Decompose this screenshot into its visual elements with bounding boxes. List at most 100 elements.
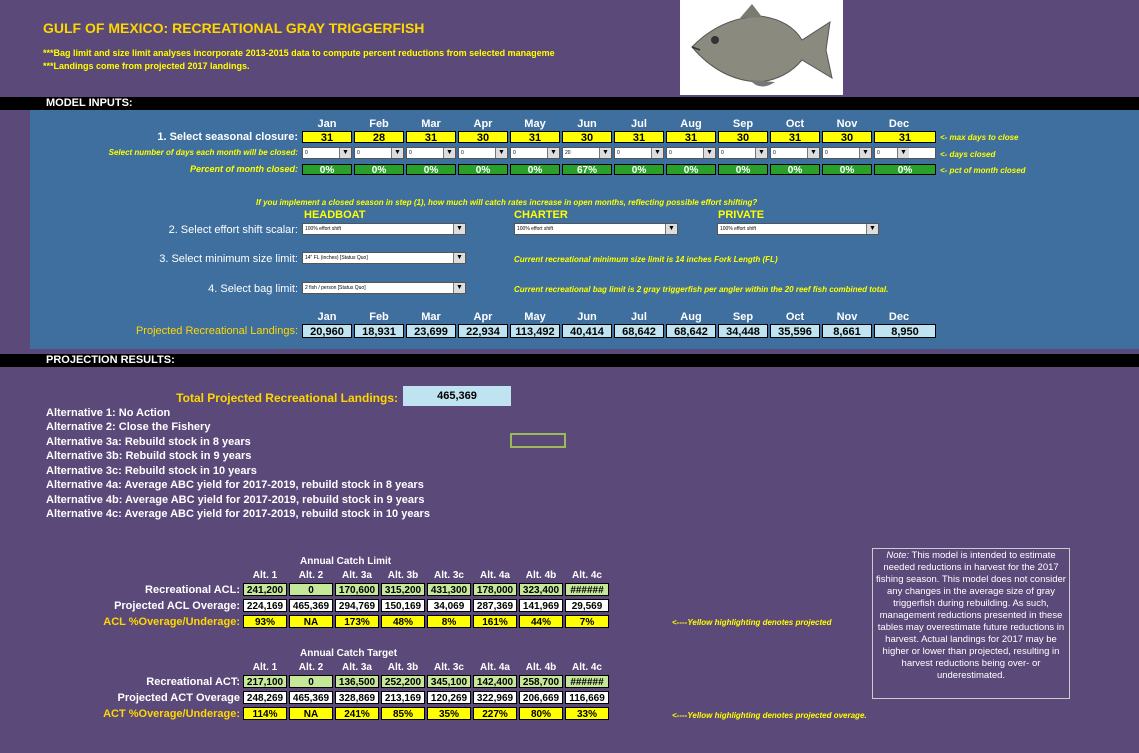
note-bag-size: ***Bag limit and size limit analyses inc… bbox=[43, 48, 555, 58]
act-cell: 345,100 bbox=[427, 675, 471, 688]
acl-pct-cell: 48% bbox=[381, 615, 425, 628]
alt-header: Alt. 3c bbox=[433, 570, 464, 581]
max-days-cell: 31 bbox=[302, 131, 352, 144]
acl-cell: 178,000 bbox=[473, 583, 517, 596]
acl-overage-cell: 224,169 bbox=[243, 599, 287, 612]
days-closed-select-feb[interactable]: 0 ▼ bbox=[354, 147, 404, 159]
alt-header: Alt. 1 bbox=[252, 570, 278, 581]
days-closed-select-apr[interactable]: 0 ▼ bbox=[458, 147, 508, 159]
month-nov: Nov bbox=[836, 118, 858, 130]
days-closed-select-aug[interactable]: 0 ▼ bbox=[666, 147, 716, 159]
act-pct-cell: 114% bbox=[243, 707, 287, 720]
act-pct-cell: 33% bbox=[565, 707, 609, 720]
act-cell: 136,500 bbox=[335, 675, 379, 688]
landings-cell: 23,699 bbox=[406, 324, 456, 338]
pct-closed-label: Percent of month closed: bbox=[189, 164, 298, 174]
month-jul: Jul bbox=[631, 311, 647, 323]
days-closed-select-may[interactable]: 0 ▼ bbox=[510, 147, 560, 159]
chevron-down-icon[interactable]: ▼ bbox=[339, 148, 351, 158]
chevron-down-icon[interactable]: ▼ bbox=[453, 253, 465, 263]
acl-cell: 241,200 bbox=[243, 583, 287, 596]
total-landings-label: Total Projected Recreational Landings: bbox=[176, 391, 398, 405]
landings-cell: 8,661 bbox=[822, 324, 872, 338]
days-closed-select-jan[interactable]: 0 ▼ bbox=[302, 147, 352, 159]
effort-question: If you implement a closed season in step… bbox=[256, 198, 758, 207]
acl-cell: ###### bbox=[565, 583, 609, 596]
chevron-down-icon[interactable]: ▼ bbox=[453, 283, 465, 293]
acl-cell: 323,400 bbox=[519, 583, 563, 596]
landings-cell: 34,448 bbox=[718, 324, 768, 338]
selected-cell[interactable] bbox=[510, 433, 566, 448]
landings-cell: 20,960 bbox=[302, 324, 352, 338]
acl-overage-cell: 287,369 bbox=[473, 599, 517, 612]
pct-closed-cell: 67% bbox=[562, 164, 612, 176]
landings-cell: 68,642 bbox=[666, 324, 716, 338]
effort-shift-label: 2. Select effort shift scalar: bbox=[168, 224, 298, 236]
chevron-down-icon[interactable]: ▼ bbox=[755, 148, 767, 158]
alternative-item: Alternative 3a: Rebuild stock in 8 years bbox=[46, 436, 251, 448]
month-may: May bbox=[524, 311, 546, 323]
chevron-down-icon[interactable]: ▼ bbox=[599, 148, 611, 158]
month-sep: Sep bbox=[732, 311, 754, 323]
headboat-effort-select[interactable]: 100% effort shift ▼ bbox=[302, 223, 466, 235]
pct-closed-cell: 0% bbox=[302, 164, 352, 176]
chevron-down-icon[interactable]: ▼ bbox=[391, 148, 403, 158]
charter-effort-select[interactable]: 100% effort shift ▼ bbox=[514, 223, 678, 235]
days-closed-select-jul[interactable]: 0 ▼ bbox=[614, 147, 664, 159]
days-closed-select-nov[interactable]: 0 ▼ bbox=[822, 147, 872, 159]
act-cell: 252,200 bbox=[381, 675, 425, 688]
size-limit-note: Current recreational minimum size limit … bbox=[514, 255, 778, 264]
pct-closed-cell: 0% bbox=[458, 164, 508, 176]
chevron-down-icon[interactable]: ▼ bbox=[897, 148, 909, 158]
pct-closed-note: <- pct of month closed bbox=[940, 166, 1026, 175]
charter-header: CHARTER bbox=[514, 209, 568, 221]
chevron-down-icon[interactable]: ▼ bbox=[651, 148, 663, 158]
act-cell: 0 bbox=[289, 675, 333, 688]
chevron-down-icon[interactable]: ▼ bbox=[665, 224, 677, 234]
pct-closed-cell: 0% bbox=[718, 164, 768, 176]
chevron-down-icon[interactable]: ▼ bbox=[495, 148, 507, 158]
act-pct-cell: 35% bbox=[427, 707, 471, 720]
alt-header: Alt. 4b bbox=[525, 570, 557, 581]
month-aug: Aug bbox=[680, 118, 702, 130]
month-mar: Mar bbox=[421, 311, 441, 323]
alternative-item: Alternative 1: No Action bbox=[46, 407, 171, 419]
max-days-cell: 30 bbox=[562, 131, 612, 144]
month-dec: Dec bbox=[888, 311, 910, 323]
chevron-down-icon[interactable]: ▼ bbox=[807, 148, 819, 158]
days-closed-select-oct[interactable]: 0 ▼ bbox=[770, 147, 820, 159]
chevron-down-icon[interactable]: ▼ bbox=[547, 148, 559, 158]
month-jan: Jan bbox=[317, 311, 337, 323]
alternative-item: Alternative 3c: Rebuild stock in 10 year… bbox=[46, 465, 257, 477]
act-cell: 258,700 bbox=[519, 675, 563, 688]
month-jan: Jan bbox=[317, 118, 337, 130]
size-limit-select[interactable]: 14" FL (inches) [Status Quo] ▼ bbox=[302, 252, 466, 264]
act-pct-cell: 85% bbox=[381, 707, 425, 720]
chevron-down-icon[interactable]: ▼ bbox=[859, 148, 871, 158]
days-closed-select-dec[interactable]: 0 ▼ bbox=[874, 147, 936, 159]
act-cell: 217,100 bbox=[243, 675, 287, 688]
month-apr: Apr bbox=[473, 118, 493, 130]
acl-pct-cell: 93% bbox=[243, 615, 287, 628]
days-closed-select-jun[interactable]: 20 ▼ bbox=[562, 147, 612, 159]
alt-header: Alt. 4b bbox=[525, 662, 557, 673]
acl-pct-cell: 8% bbox=[427, 615, 471, 628]
max-days-cell: 31 bbox=[666, 131, 716, 144]
alt-header: Alt. 4a bbox=[479, 570, 510, 581]
days-closed-select-mar[interactable]: 0 ▼ bbox=[406, 147, 456, 159]
chevron-down-icon[interactable]: ▼ bbox=[703, 148, 715, 158]
acl-cell: 431,300 bbox=[427, 583, 471, 596]
alt-header: Alt. 3a bbox=[341, 662, 372, 673]
bag-limit-select[interactable]: 2 fish / person [Status Quo] ▼ bbox=[302, 282, 466, 294]
acl-overage-cell: 150,169 bbox=[381, 599, 425, 612]
private-effort-select[interactable]: 100% effort shift ▼ bbox=[717, 223, 879, 235]
chevron-down-icon[interactable]: ▼ bbox=[866, 224, 878, 234]
month-dec: Dec bbox=[888, 118, 910, 130]
chevron-down-icon[interactable]: ▼ bbox=[443, 148, 455, 158]
projected-acl-overage-label: Projected ACL Overage: bbox=[114, 600, 240, 612]
days-closed-select-sep[interactable]: 0 ▼ bbox=[718, 147, 768, 159]
chevron-down-icon[interactable]: ▼ bbox=[453, 224, 465, 234]
acl-pct-label: ACL %Overage/Underage: bbox=[103, 616, 240, 628]
month-may: May bbox=[524, 118, 546, 130]
bag-limit-note: Current recreational bag limit is 2 gray… bbox=[514, 285, 889, 294]
